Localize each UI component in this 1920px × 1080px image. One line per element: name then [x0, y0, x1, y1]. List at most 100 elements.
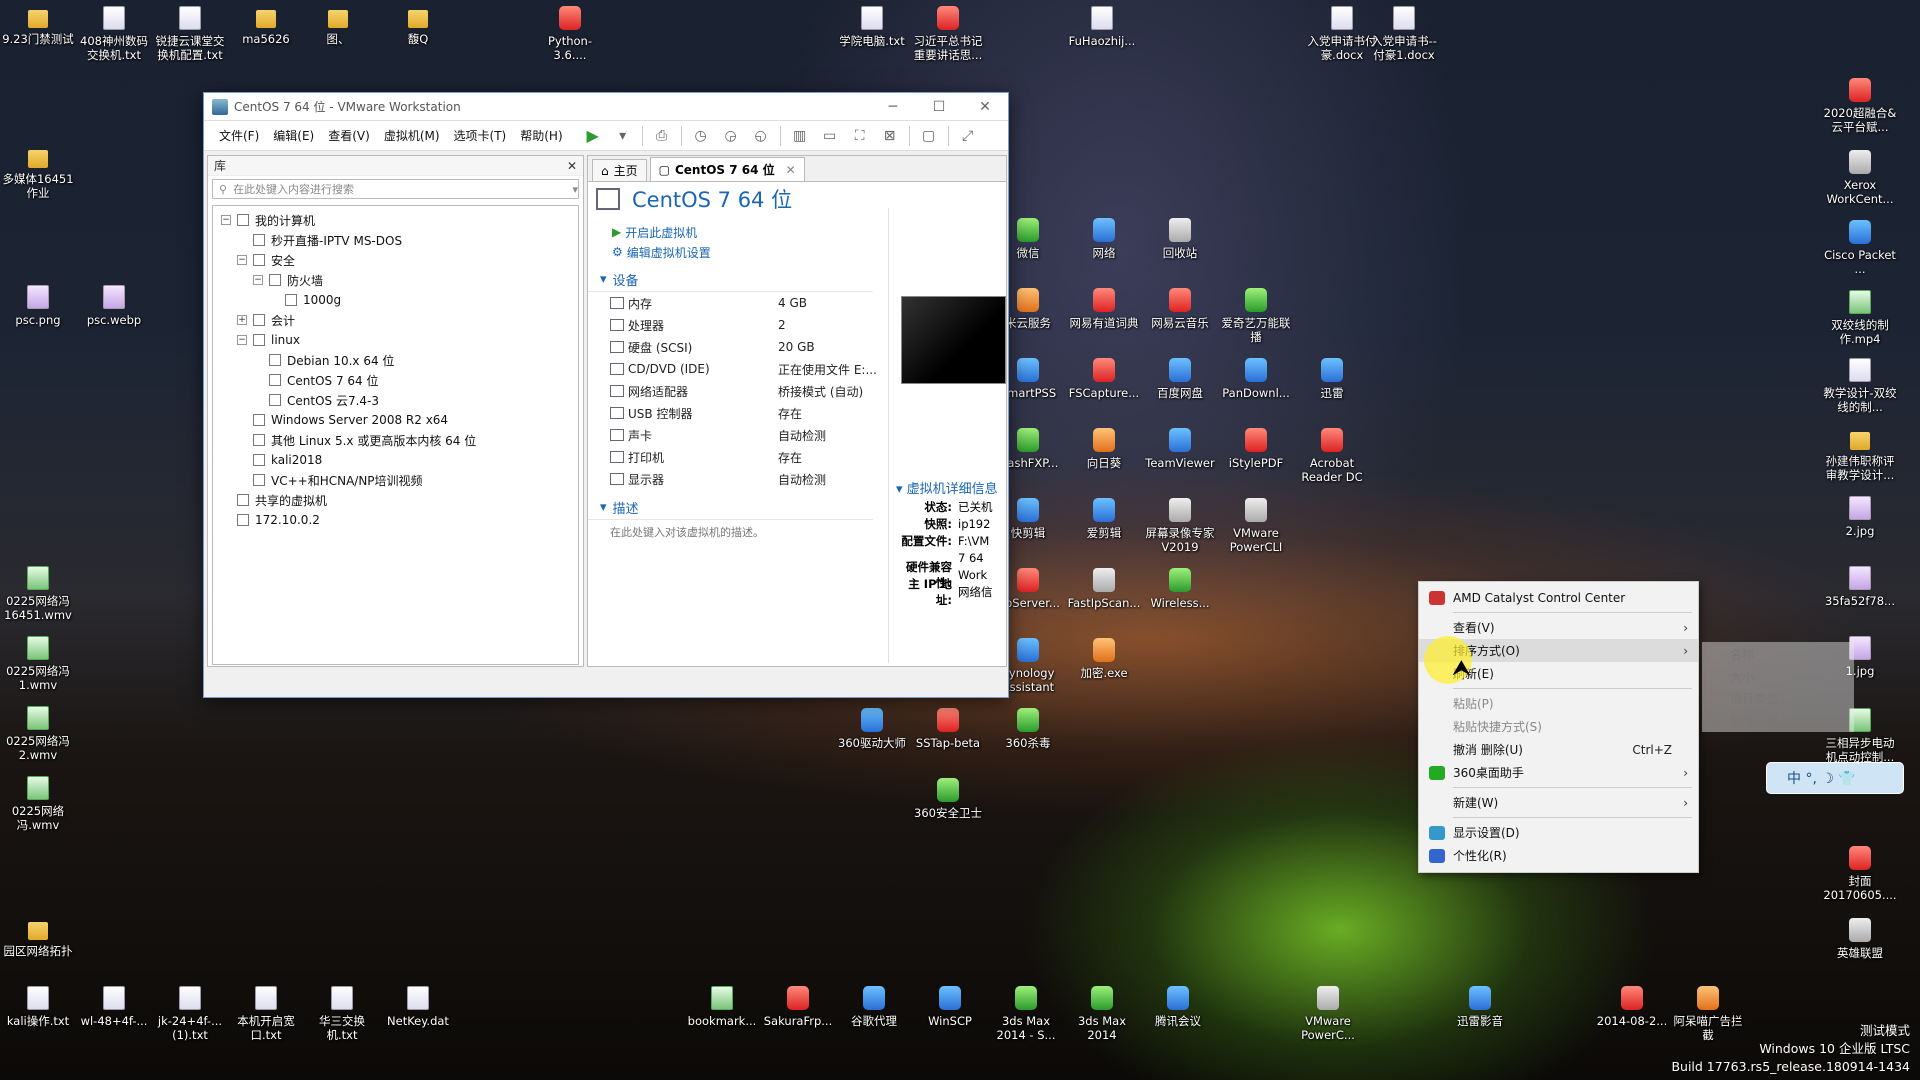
context-menu-item[interactable]: 粘贴快捷方式(S)	[1419, 715, 1698, 738]
device-row[interactable]: 硬盘 (SCSI) 20 GB	[588, 336, 878, 358]
maximize-button[interactable]: ☐	[916, 93, 962, 121]
tree-item[interactable]: kali2018	[213, 450, 578, 470]
desktop-icon[interactable]: 孙建伟职称评审教学设计...	[1822, 428, 1898, 482]
desktop-icon[interactable]: 向日葵	[1066, 428, 1142, 470]
context-menu-item[interactable]: AMD Catalyst Control Center	[1419, 586, 1698, 609]
device-row[interactable]: 显示器 自动检测	[588, 468, 878, 490]
desktop-icon[interactable]: WinSCP	[912, 986, 988, 1028]
desktop-icon[interactable]: 双绞线的制作.mp4	[1822, 290, 1898, 346]
desktop-icon[interactable]: 学院电脑.txt	[834, 6, 910, 48]
desktop-icon[interactable]: 9.23门禁测试	[0, 6, 76, 46]
desktop-icon[interactable]: 网络	[1066, 218, 1142, 260]
context-menu-item[interactable]: 查看(V) ›	[1419, 616, 1698, 639]
desktop-icon[interactable]: 3ds Max 2014	[1064, 986, 1140, 1042]
context-menu-item[interactable]: 显示设置(D)	[1419, 821, 1698, 844]
desktop-icon[interactable]: 习近平总书记重要讲话思...	[910, 6, 986, 62]
desktop-icon[interactable]: VMware PowerC...	[1290, 986, 1366, 1042]
desktop-icon[interactable]: 迅雷影音	[1442, 986, 1518, 1028]
desktop-icon[interactable]: Python-3.6....	[532, 6, 608, 62]
library-close-icon[interactable]: ✕	[567, 159, 577, 173]
desktop-icon[interactable]: 360杀毒	[990, 708, 1066, 750]
search-dropdown-icon[interactable]: ▾	[572, 183, 578, 196]
desktop-icon[interactable]: 35fa52f78...	[1822, 566, 1898, 608]
library-search[interactable]: ⚲ 在此处键入内容进行搜索 ▾	[212, 179, 579, 199]
library-view-icon[interactable]: ▥	[789, 125, 811, 147]
desktop-icon[interactable]: 英雄联盟	[1822, 918, 1898, 960]
unity-icon[interactable]: ⊠	[879, 125, 901, 147]
tree-item[interactable]: VC++和HCNA/NP培训视频	[213, 470, 578, 490]
expand-toggle-icon[interactable]: +	[237, 315, 247, 325]
tab-close-icon[interactable]: ✕	[786, 163, 796, 177]
desktop-icon[interactable]: 回收站	[1142, 218, 1218, 260]
desktop-icon[interactable]: TeamViewer	[1142, 428, 1218, 470]
tree-item[interactable]: − 我的计算机	[213, 210, 578, 230]
desktop-icon[interactable]: 封面20170605....	[1822, 846, 1898, 902]
tree-item[interactable]: − 防火墙	[213, 270, 578, 290]
power-on-icon[interactable]: ▶	[582, 125, 604, 147]
desktop-icon[interactable]: 教学设计-双绞线的制...	[1822, 358, 1898, 414]
ime-toolbar[interactable]: 中 °, ☽ 👕	[1766, 762, 1904, 794]
tree-item[interactable]: − 安全	[213, 250, 578, 270]
desktop-icon[interactable]: NetKey.dat	[380, 986, 456, 1028]
desktop-icon[interactable]: 华三交换机.txt	[304, 986, 380, 1042]
desktop-icon[interactable]: 本机开启宽口.txt	[228, 986, 304, 1042]
desktop-icon[interactable]: SakuraFrp...	[760, 986, 836, 1028]
tree-item[interactable]: 其他 Linux 5.x 或更高版本内核 64 位	[213, 430, 578, 450]
tree-item[interactable]: Debian 10.x 64 位	[213, 350, 578, 370]
context-menu-item[interactable]: 撤消 删除(U) Ctrl+Z	[1419, 738, 1698, 761]
tree-item[interactable]: 1000g	[213, 290, 578, 310]
desktop-icon[interactable]: FSCapture...	[1066, 358, 1142, 400]
tree-item[interactable]: 秒开直播-IPTV MS-DOS	[213, 230, 578, 250]
details-header[interactable]: ▾ 虚拟机详细信息	[896, 478, 1006, 498]
desktop-icon[interactable]: Cisco Packet ...	[1822, 220, 1898, 276]
vm-thumbnail[interactable]	[901, 296, 1006, 384]
desktop-icon[interactable]: psc.png	[0, 285, 76, 327]
desktop-icon[interactable]: 网易有道词典	[1066, 288, 1142, 330]
desktop-icon[interactable]: VMware PowerCLI	[1218, 498, 1294, 554]
fullscreen-icon[interactable]: ⛶	[849, 125, 871, 147]
console-icon[interactable]: ▢	[918, 125, 940, 147]
device-row[interactable]: 网络适配器 桥接模式 (自动)	[588, 380, 878, 402]
desktop-icon[interactable]: 爱奇艺万能联播	[1218, 288, 1294, 344]
description-section-header[interactable]: ▾ 描述	[588, 496, 873, 520]
context-menu-item[interactable]: 360桌面助手 ›	[1419, 761, 1698, 784]
thumbnail-view-icon[interactable]: ▭	[819, 125, 841, 147]
device-row[interactable]: CD/DVD (IDE) 正在使用文件 E:...	[588, 358, 878, 380]
submenu-item[interactable]: 项目类型	[1702, 690, 1854, 712]
search-input[interactable]: 在此处键入内容进行搜索	[233, 181, 572, 197]
desktop-icon[interactable]: 图、	[300, 6, 376, 46]
desktop-icon[interactable]: 园区网络拓扑	[0, 918, 76, 958]
desktop-icon[interactable]: Xerox WorkCent...	[1822, 150, 1898, 206]
tree-item[interactable]: 172.10.0.2	[213, 510, 578, 530]
desktop-icon[interactable]: FastIpScan...	[1066, 568, 1142, 610]
desktop-icon[interactable]: PanDownl...	[1218, 358, 1294, 400]
desktop-icon[interactable]: 2014-08-2...	[1594, 986, 1670, 1028]
tab-home[interactable]: ⌂ 主页	[592, 159, 647, 181]
desktop-icon[interactable]: 0225网络冯.wmv	[0, 776, 76, 832]
menu-file[interactable]: 文件(F)	[212, 127, 266, 144]
desktop-icon[interactable]: 馥Q	[380, 6, 456, 46]
device-row[interactable]: 打印机 存在	[588, 446, 878, 468]
desktop-icon[interactable]: 3ds Max 2014 - S...	[988, 986, 1064, 1042]
desktop-icon[interactable]: FuHaozhij...	[1064, 6, 1140, 48]
desktop-icon[interactable]: 屏幕录像专家V2019	[1142, 498, 1218, 554]
snapshot-manager-icon[interactable]: ◵	[750, 125, 772, 147]
expand-toggle-icon[interactable]: −	[237, 335, 247, 345]
title-bar[interactable]: CentOS 7 64 位 - VMware Workstation ─ ☐ ✕	[204, 93, 1008, 121]
menu-tabs[interactable]: 选项卡(T)	[447, 127, 514, 144]
desktop-icon[interactable]: 408神州数码交换机.txt	[76, 6, 152, 62]
desktop-icon[interactable]: 腾讯会议	[1140, 986, 1216, 1028]
desktop-icon[interactable]: wl-48+4f-...	[76, 986, 152, 1028]
desktop-icon[interactable]: ma5626	[228, 6, 304, 46]
send-keys-icon[interactable]: ⎙	[651, 125, 673, 147]
tree-item[interactable]: CentOS 7 64 位	[213, 370, 578, 390]
submenu-item[interactable]: 修改日期	[1702, 712, 1854, 734]
snapshot-icon[interactable]: ◷	[690, 125, 712, 147]
desktop-icon[interactable]: 迅雷	[1294, 358, 1370, 400]
expand-toggle-icon[interactable]: −	[237, 255, 247, 265]
expand-toggle-icon[interactable]: −	[253, 275, 263, 285]
desktop-icon[interactable]: 多媒体16451作业	[0, 146, 76, 200]
context-menu-item[interactable]: 粘贴(P)	[1419, 692, 1698, 715]
desktop-icon[interactable]: 百度网盘	[1142, 358, 1218, 400]
tree-item[interactable]: CentOS 云7.4-3	[213, 390, 578, 410]
